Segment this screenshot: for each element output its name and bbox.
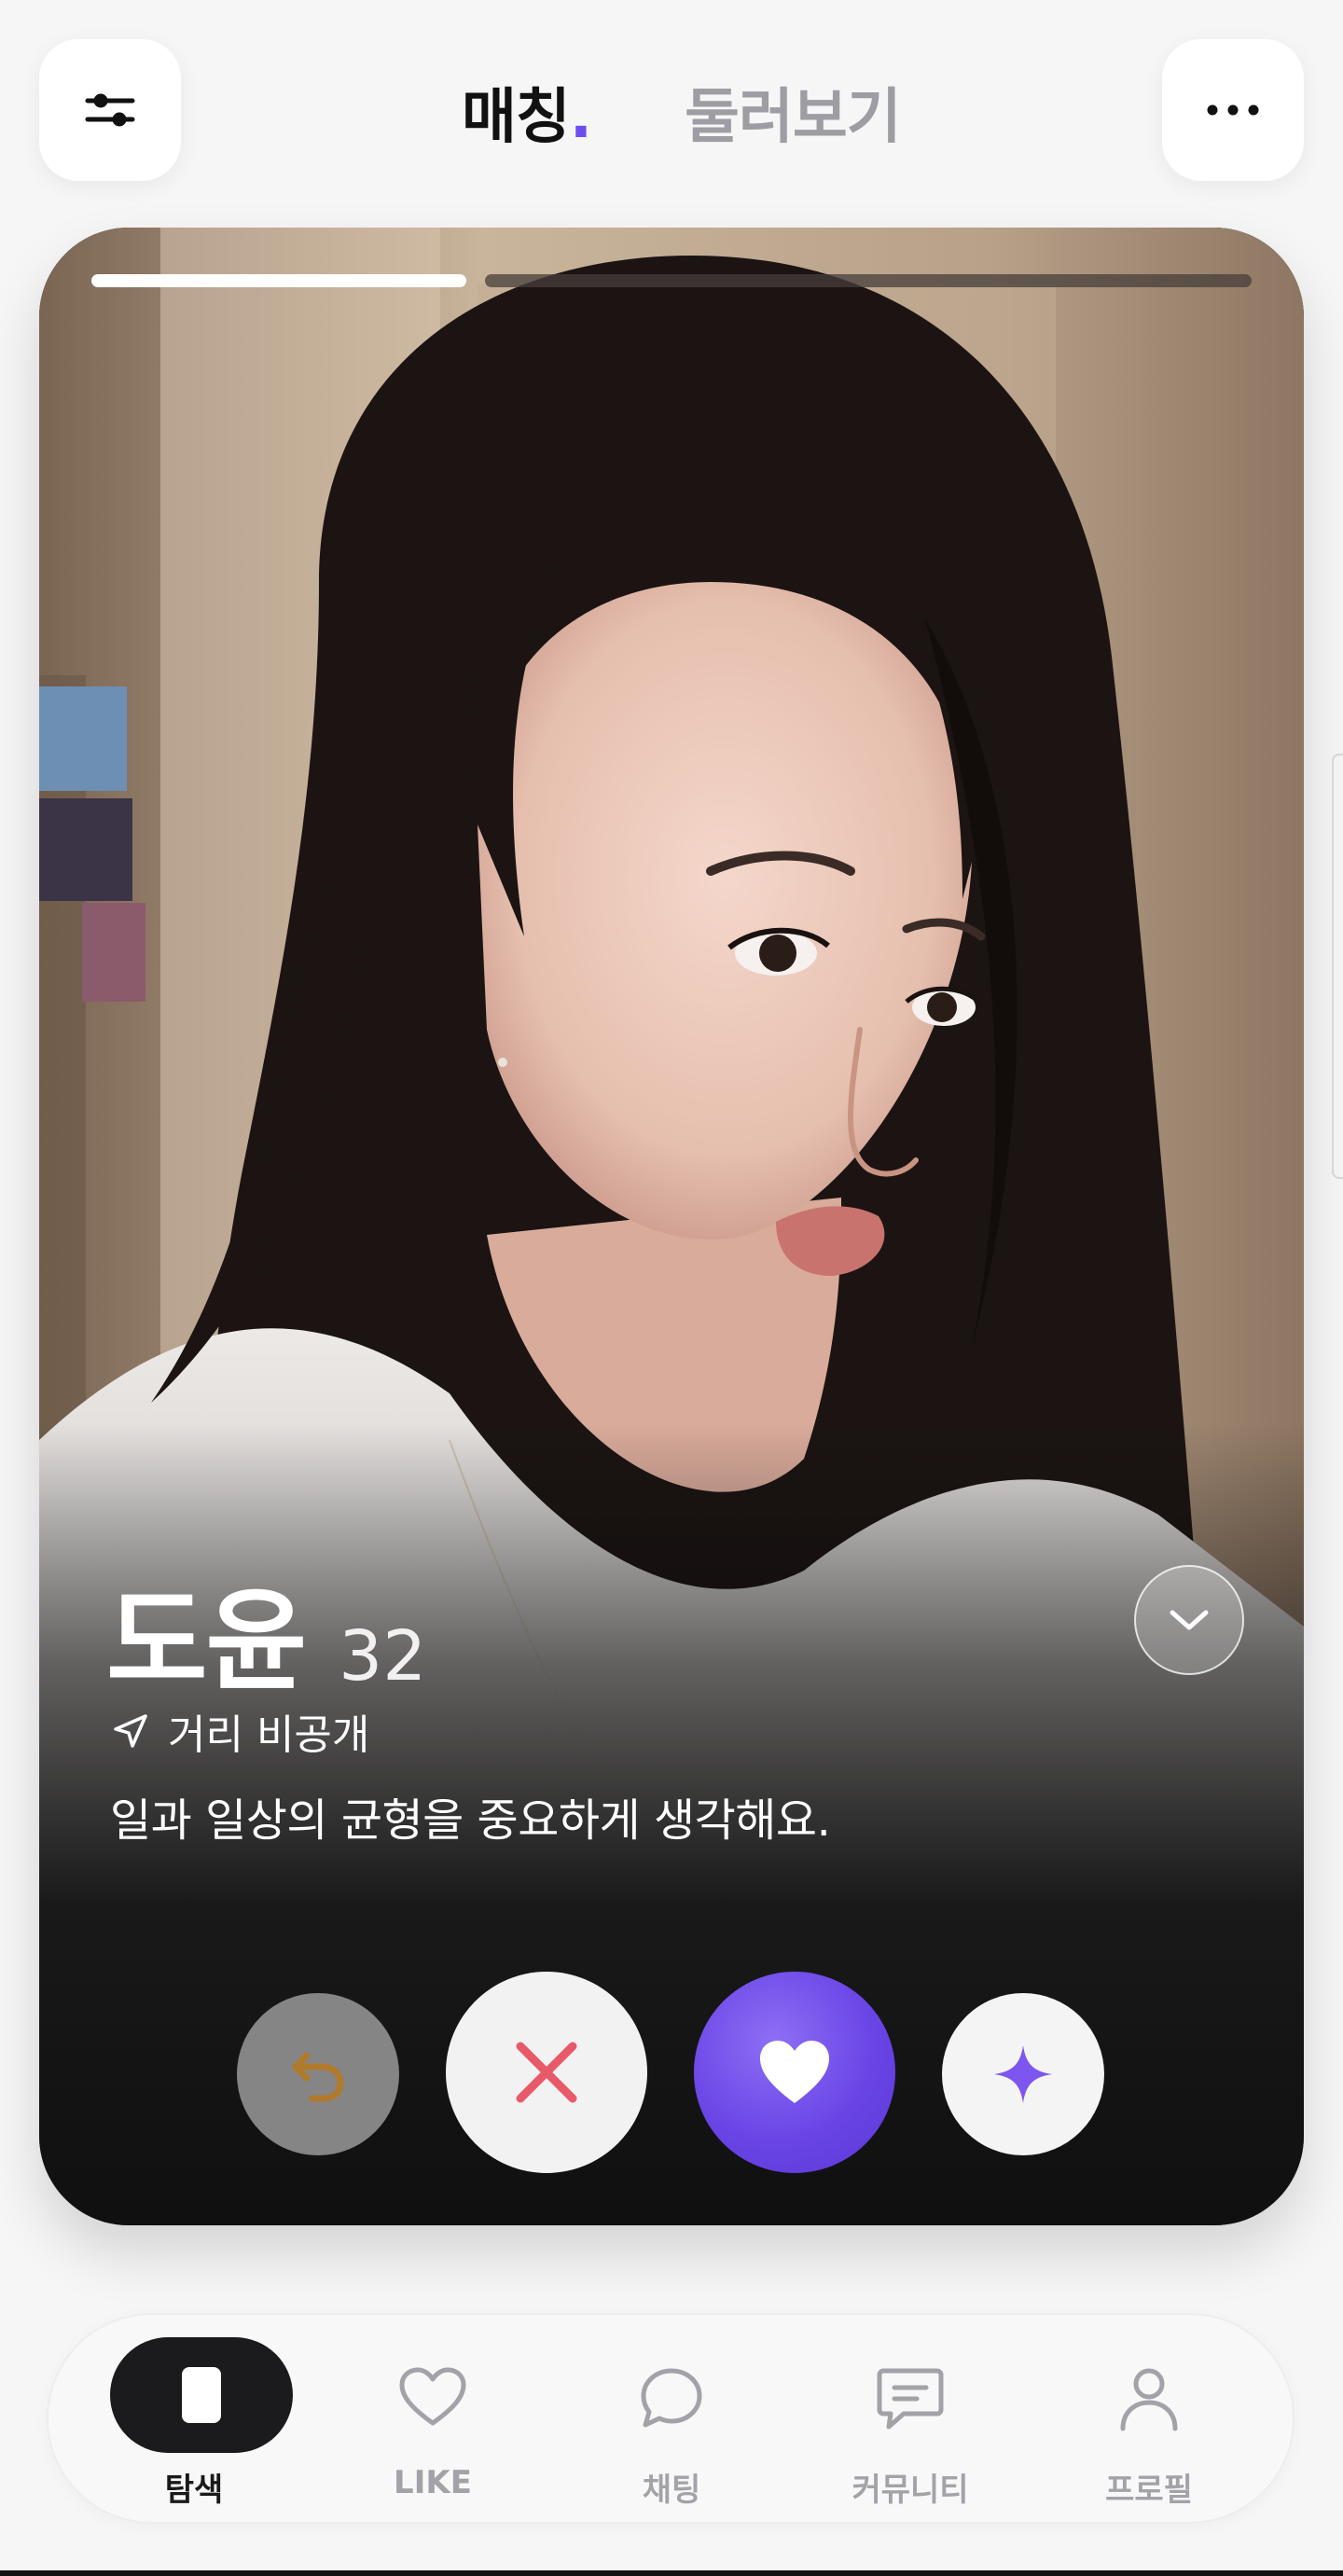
heart-icon	[760, 2041, 829, 2103]
bottom-nav: 탐색 LIKE 채팅 커뮤니티 프로필	[47, 2313, 1295, 2524]
photo-progress-segment-active[interactable]	[91, 274, 466, 287]
tab-bar: 매칭. 둘러보기	[462, 69, 902, 155]
nav-label-like: LIKE	[394, 2464, 472, 2501]
scroll-handle[interactable]	[1332, 754, 1343, 1179]
nav-label-chat: 채팅	[642, 2472, 701, 2509]
screen-bottom-edge	[0, 2570, 1343, 2576]
photo-progress-segment[interactable]	[485, 274, 1252, 287]
profile-name-row: 도윤 32	[106, 1552, 426, 1711]
undo-button[interactable]	[237, 1993, 399, 2155]
nav-active-pill	[110, 2337, 293, 2453]
nope-button[interactable]	[446, 1972, 647, 2173]
more-button[interactable]	[1162, 39, 1304, 181]
explore-card-icon	[182, 2367, 221, 2423]
tab-matching[interactable]: 매칭.	[462, 69, 592, 155]
navigation-arrow-icon	[114, 1714, 147, 1748]
tab-active-dot: .	[569, 83, 592, 152]
location-text: 거리 비공개	[168, 1711, 370, 1759]
photo-progress	[91, 274, 1252, 287]
community-message-icon	[877, 2368, 944, 2430]
profile-age: 32	[339, 1616, 427, 1697]
nav-item-community[interactable]: 커뮤니티	[817, 2315, 1004, 2526]
profile-name: 도윤	[106, 1577, 307, 1706]
nav-item-explore[interactable]: 탐색	[101, 2315, 293, 2526]
nav-item-chat[interactable]: 채팅	[578, 2315, 765, 2526]
expand-profile-button[interactable]	[1134, 1565, 1244, 1675]
location-row: 거리 비공개	[110, 1701, 369, 1761]
nav-item-profile[interactable]: 프로필	[1056, 2315, 1242, 2526]
filter-button[interactable]	[39, 39, 181, 181]
nav-label-explore: 탐색	[164, 2472, 224, 2509]
chat-bubble-icon	[641, 2368, 702, 2428]
heart-outline-icon	[399, 2367, 466, 2426]
top-header: 매칭. 둘러보기	[0, 0, 1343, 224]
nav-label-profile: 프로필	[1105, 2472, 1193, 2509]
sliders-icon	[85, 93, 135, 127]
like-button[interactable]	[694, 1972, 895, 2173]
profile-card[interactable]: 도윤 32 거리 비공개 일과 일상의 균형을 중요하게 생각해요.	[39, 228, 1304, 2225]
close-icon	[516, 2042, 577, 2103]
profile-bio: 일과 일상의 균형을 중요하게 생각해요.	[110, 1794, 831, 1847]
super-like-button[interactable]	[942, 1993, 1104, 2155]
more-horizontal-icon	[1207, 104, 1259, 116]
chevron-down-icon	[1170, 1610, 1209, 1630]
nav-label-community: 커뮤니티	[851, 2472, 969, 2509]
person-icon	[1120, 2368, 1178, 2431]
nav-item-like[interactable]: LIKE	[339, 2315, 526, 2526]
tab-browse[interactable]: 둘러보기	[685, 69, 902, 155]
undo-icon	[292, 2052, 344, 2102]
sparkle-icon	[994, 2045, 1052, 2103]
